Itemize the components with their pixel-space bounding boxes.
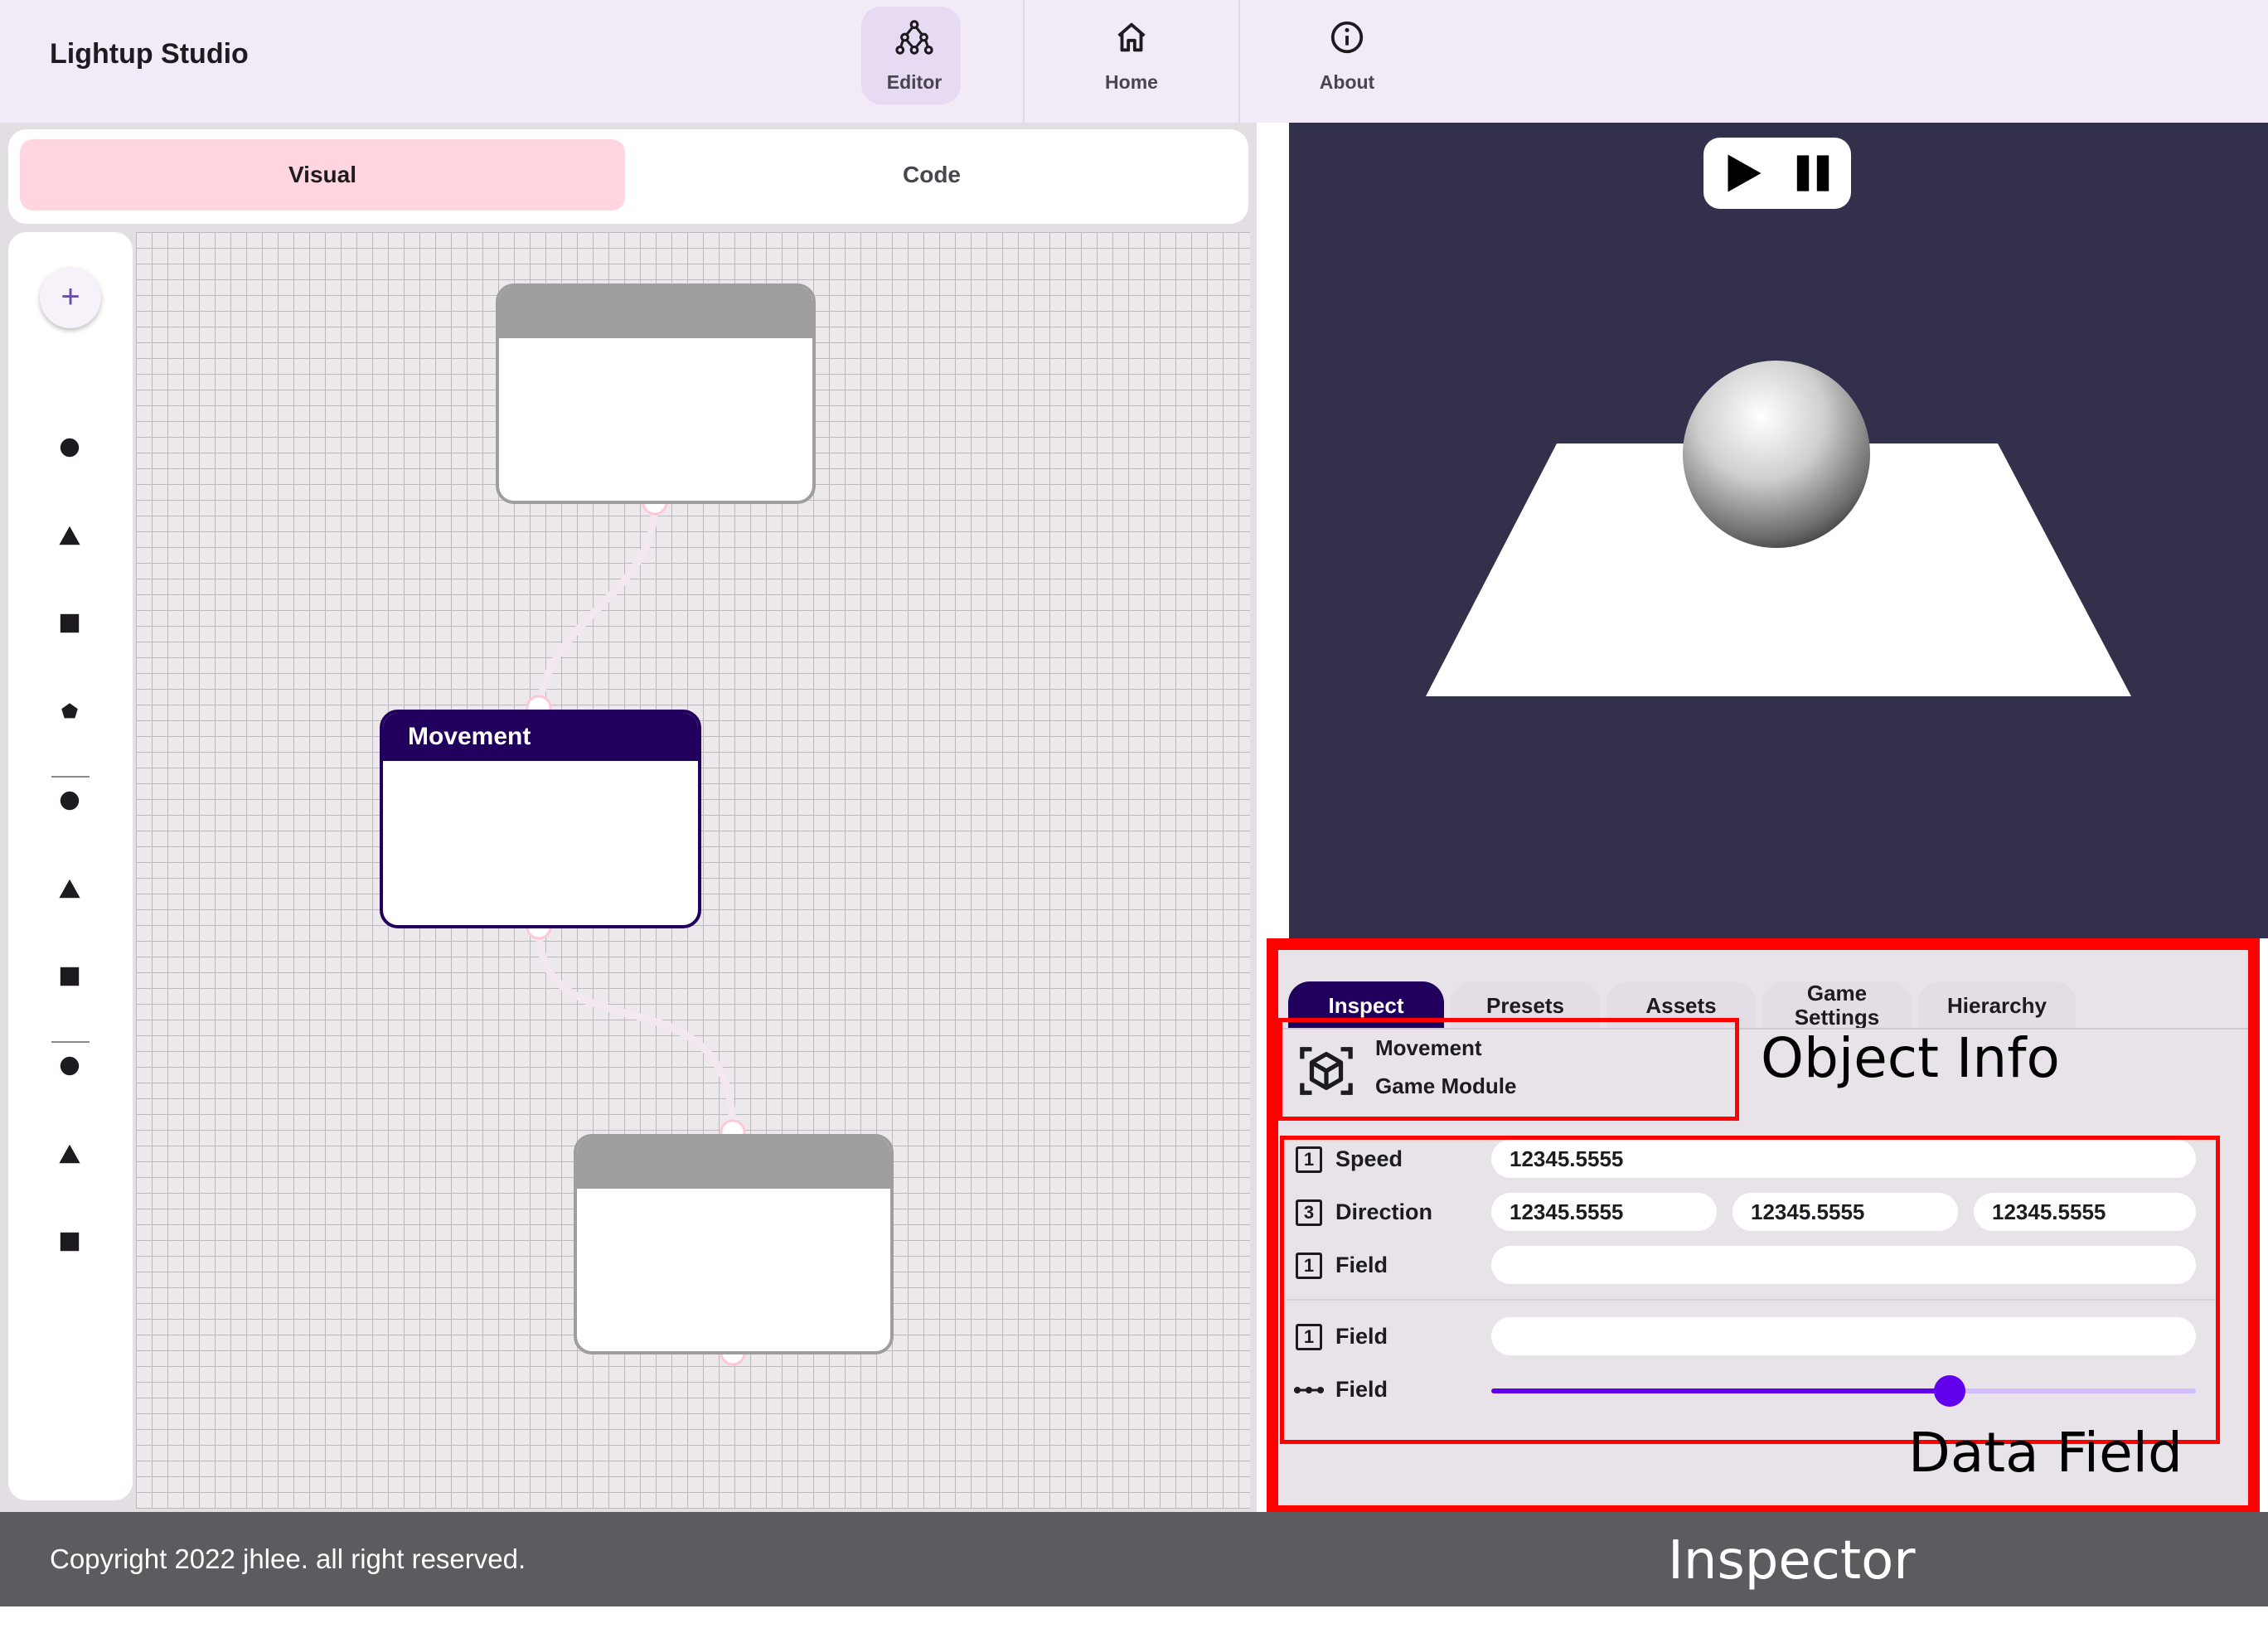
node-header bbox=[577, 1137, 890, 1189]
play-icon[interactable] bbox=[1722, 153, 1763, 194]
tab-visual[interactable]: Visual bbox=[20, 139, 625, 211]
square-icon[interactable] bbox=[58, 612, 81, 635]
data-field-box: 1 Speed 12345.5555 3 Direction 12345.555… bbox=[1280, 1136, 2220, 1444]
editor-icon bbox=[895, 20, 933, 55]
dimension-1-icon: 1 bbox=[1296, 1324, 1322, 1350]
sphere-object bbox=[1683, 361, 1870, 548]
field-divider bbox=[1284, 1299, 2216, 1301]
dimension-1-icon: 1 bbox=[1296, 1146, 1322, 1173]
circle-icon[interactable] bbox=[58, 436, 81, 459]
field-row-field: 1 Field bbox=[1284, 1317, 2216, 1359]
circle-icon[interactable] bbox=[58, 1054, 81, 1078]
nav-label: Editor bbox=[886, 71, 943, 93]
slider-fill bbox=[1491, 1388, 1950, 1393]
cube-icon bbox=[1300, 1047, 1353, 1095]
nav-label: Home bbox=[1105, 71, 1158, 93]
annotation-inspector: Inspector bbox=[1668, 1530, 1916, 1592]
slider-dots-icon bbox=[1294, 1387, 1324, 1393]
tab-hierarchy[interactable]: Hierarchy bbox=[1918, 981, 2076, 1030]
slider-thumb[interactable] bbox=[1933, 1375, 1965, 1407]
direction-y-input[interactable]: 12345.5555 bbox=[1732, 1193, 1958, 1231]
dimension-1-icon: 1 bbox=[1296, 1253, 1322, 1279]
tab-game-settings[interactable]: Game Settings bbox=[1762, 981, 1912, 1030]
triangle-icon[interactable] bbox=[58, 524, 81, 547]
triangle-icon[interactable] bbox=[58, 877, 81, 900]
playback-controls bbox=[1703, 138, 1851, 209]
home-icon bbox=[1117, 22, 1146, 52]
inspector-panel: Inspect Presets Assets Game Settings Hie… bbox=[1267, 938, 2260, 1517]
nav-about[interactable]: About bbox=[1238, 0, 1456, 123]
pentagon-icon[interactable] bbox=[58, 700, 81, 723]
field-row-slider: Field bbox=[1284, 1370, 2216, 1412]
tab-label-line1: Game bbox=[1806, 981, 1868, 1005]
square-icon[interactable] bbox=[58, 1230, 81, 1253]
movement-node[interactable]: Movement bbox=[380, 710, 701, 928]
pause-icon[interactable] bbox=[1793, 153, 1833, 194]
field-label: Speed bbox=[1335, 1146, 1403, 1171]
field-row-field: 1 Field bbox=[1284, 1246, 2216, 1287]
scene-render bbox=[1426, 361, 2131, 696]
node-card[interactable] bbox=[574, 1134, 894, 1354]
direction-x-input[interactable]: 12345.5555 bbox=[1491, 1193, 1717, 1231]
object-type: Game Module bbox=[1375, 1073, 1517, 1098]
toolbox-divider bbox=[51, 1041, 90, 1043]
direction-z-input[interactable]: 12345.5555 bbox=[1974, 1193, 2196, 1231]
copyright-text: Copyright 2022 jhlee. all right reserved… bbox=[50, 1543, 526, 1574]
field-slider[interactable] bbox=[1491, 1375, 2196, 1407]
object-name: Movement bbox=[1375, 1035, 1482, 1060]
tab-label: Hierarchy bbox=[1947, 993, 2047, 1018]
footer: Copyright 2022 jhlee. all right reserved… bbox=[0, 1512, 2268, 1606]
node-header bbox=[499, 287, 812, 338]
field-label: Direction bbox=[1335, 1199, 1433, 1224]
node-canvas[interactable]: Movement bbox=[136, 232, 1250, 1509]
node-title: Movement bbox=[383, 713, 698, 761]
field-label: Field bbox=[1335, 1324, 1388, 1349]
nav-home[interactable]: Home bbox=[1023, 0, 1240, 123]
node-card[interactable] bbox=[496, 283, 816, 504]
field-row-speed: 1 Speed 12345.5555 bbox=[1284, 1140, 2216, 1181]
shape-toolbox: + bbox=[8, 232, 133, 1500]
app-title: Lightup Studio bbox=[50, 38, 249, 70]
tab-code[interactable]: Code bbox=[625, 139, 1238, 211]
toolbox-divider bbox=[51, 776, 90, 778]
circle-icon[interactable] bbox=[58, 789, 81, 812]
field-label: Field bbox=[1335, 1377, 1388, 1402]
object-info-box: Movement Game Module bbox=[1278, 1018, 1739, 1121]
editor-tab-bar: Visual Code bbox=[8, 129, 1248, 224]
dimension-3-icon: 3 bbox=[1296, 1199, 1322, 1226]
nav-label: About bbox=[1319, 71, 1375, 93]
info-icon bbox=[1330, 21, 1364, 54]
annotation-object-info: Object Info bbox=[1761, 1026, 2060, 1090]
field-input[interactable] bbox=[1491, 1246, 2196, 1284]
annotation-data-field: Data Field bbox=[1908, 1421, 2183, 1485]
top-app-bar: Lightup Studio Editor Home About bbox=[0, 0, 2268, 123]
add-button[interactable]: + bbox=[40, 267, 101, 328]
speed-input[interactable]: 12345.5555 bbox=[1491, 1140, 2196, 1178]
triangle-icon[interactable] bbox=[58, 1142, 81, 1165]
scene-viewport[interactable] bbox=[1289, 123, 2268, 938]
field-input[interactable] bbox=[1491, 1317, 2196, 1355]
editor-panel: Visual Code + Movement bbox=[0, 123, 1257, 1512]
field-label: Field bbox=[1335, 1253, 1388, 1277]
field-row-direction: 3 Direction 12345.5555 12345.5555 12345.… bbox=[1284, 1193, 2216, 1234]
nav-editor[interactable]: Editor bbox=[806, 0, 1023, 123]
square-icon[interactable] bbox=[58, 965, 81, 988]
